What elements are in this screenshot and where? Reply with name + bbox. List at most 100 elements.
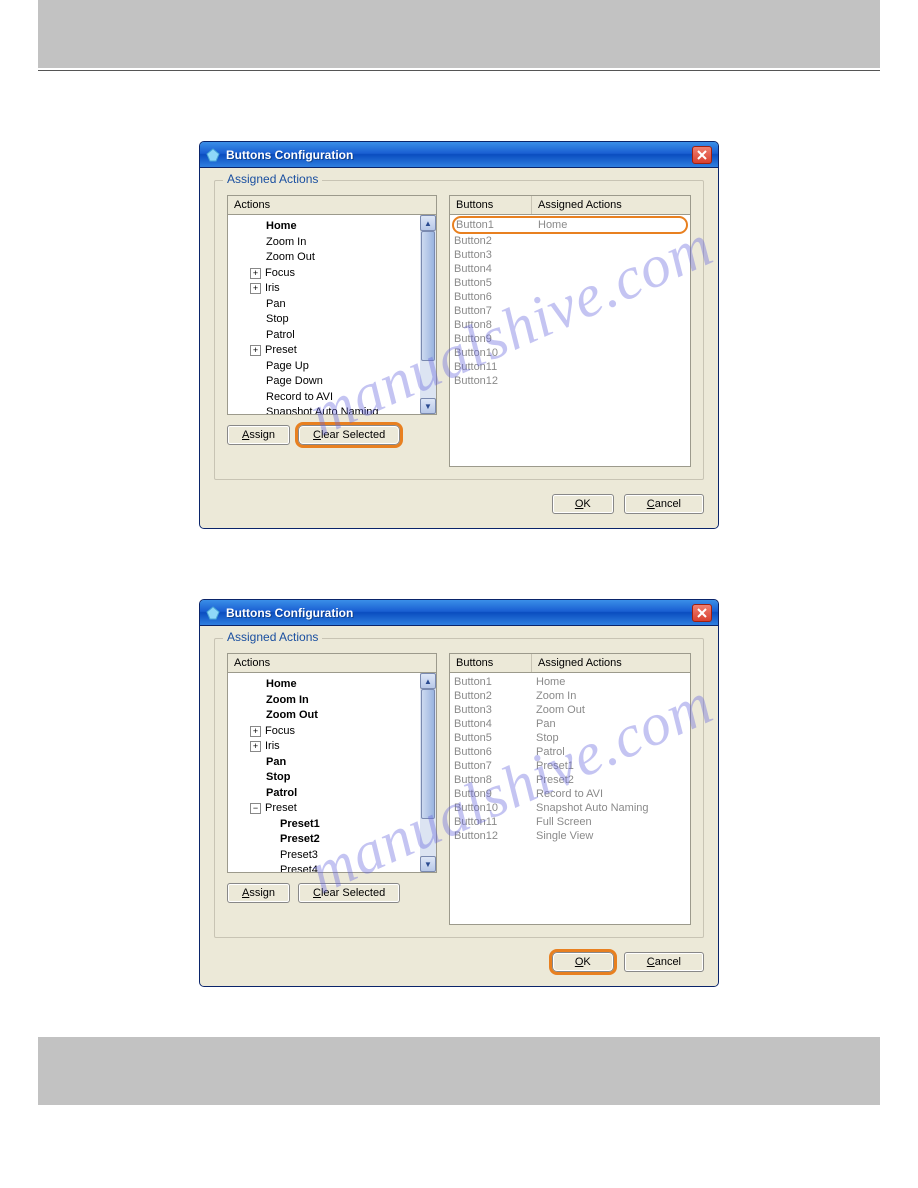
close-button[interactable] [692,604,712,622]
assignments-grid[interactable]: Button1HomeButton2Zoom InButton3Zoom Out… [449,673,691,925]
grid-header: Buttons Assigned Actions [449,653,691,673]
table-row[interactable]: Button3Zoom Out [450,703,690,717]
tree-item[interactable]: +Preset [230,343,418,359]
tree-item-label: Page Down [266,374,323,390]
tree-item[interactable]: Home [230,219,418,235]
tree-item[interactable]: Snapshot Auto Naming [230,405,418,414]
table-row[interactable]: Button7Preset1 [450,759,690,773]
tree-item[interactable]: +Focus [230,266,418,282]
tree-item[interactable]: Zoom In [230,235,418,251]
button-cell: Button2 [454,234,536,248]
tree-item[interactable]: Preset1 [230,817,418,833]
scroll-track[interactable] [420,231,436,398]
table-row[interactable]: Button8Preset2 [450,773,690,787]
tree-item[interactable]: Pan [230,297,418,313]
table-row[interactable]: Button4 [450,262,690,276]
tree-expander-icon[interactable]: + [250,268,261,279]
cancel-button[interactable]: Cancel [624,952,704,972]
assign-button[interactable]: Assign [227,425,290,445]
tree-item[interactable]: Preset2 [230,832,418,848]
table-row[interactable]: Button7 [450,304,690,318]
table-row[interactable]: Button5 [450,276,690,290]
table-row[interactable]: Button3 [450,248,690,262]
table-row[interactable]: Button5Stop [450,731,690,745]
assignments-grid[interactable]: Button1HomeButton2Button3Button4Button5B… [449,215,691,467]
tree-expander-icon[interactable]: − [250,803,261,814]
close-button[interactable] [692,146,712,164]
actions-tree[interactable]: HomeZoom InZoom Out+Focus+IrisPanStopPat… [227,215,437,415]
table-row[interactable]: Button4Pan [450,717,690,731]
tree-expander-icon[interactable]: + [250,741,261,752]
app-icon [206,148,220,162]
table-row[interactable]: Button6 [450,290,690,304]
actions-tree[interactable]: HomeZoom InZoom Out+Focus+IrisPanStopPat… [227,673,437,873]
table-row[interactable]: Button10Snapshot Auto Naming [450,801,690,815]
tree-item[interactable]: Preset4 [230,863,418,872]
tree-item[interactable]: Zoom In [230,693,418,709]
table-row[interactable]: Button6Patrol [450,745,690,759]
tree-item[interactable]: Zoom Out [230,708,418,724]
table-row[interactable]: Button11Full Screen [450,815,690,829]
tree-expander-icon[interactable]: + [250,726,261,737]
tree-item[interactable]: +Focus [230,724,418,740]
tree-item[interactable]: + Iris [230,281,418,297]
table-row[interactable]: Button1Home [452,216,688,234]
button-cell: Button11 [454,360,536,374]
action-cell: Zoom Out [536,703,686,717]
action-cell [536,318,686,332]
scroll-thumb[interactable] [421,689,435,819]
assign-button[interactable]: Assign [227,883,290,903]
scroll-up-icon[interactable]: ▲ [420,215,436,231]
action-cell: Patrol [536,745,686,759]
scroll-down-icon[interactable]: ▼ [420,856,436,872]
tree-item[interactable]: Stop [230,312,418,328]
scrollbar[interactable]: ▲ ▼ [420,215,436,414]
tree-item[interactable]: Home [230,677,418,693]
tree-item[interactable]: +Iris [230,739,418,755]
tree-item[interactable]: Patrol [230,786,418,802]
table-row[interactable]: Button8 [450,318,690,332]
tree-item[interactable]: −Preset [230,801,418,817]
action-cell: Preset1 [536,759,686,773]
tree-item[interactable]: Pan [230,755,418,771]
tree-item[interactable]: Patrol [230,328,418,344]
ok-button[interactable]: OK [552,494,614,514]
tree-item[interactable]: Zoom Out [230,250,418,266]
scroll-thumb[interactable] [421,231,435,361]
button-cell: Button9 [454,787,536,801]
tree-expander-icon[interactable]: + [250,345,261,356]
tree-item[interactable]: Record to AVI [230,390,418,406]
table-row[interactable]: Button1Home [450,675,690,689]
tree-item[interactable]: Preset3 [230,848,418,864]
button-cell: Button12 [454,829,536,843]
tree-item-label: Preset3 [280,848,318,864]
actions-header: Actions [227,195,437,215]
table-row[interactable]: Button11 [450,360,690,374]
table-row[interactable]: Button12Single View [450,829,690,843]
clear-selected-button[interactable]: Clear Selected [298,425,400,445]
ok-button[interactable]: OK [552,952,614,972]
action-cell [536,374,686,388]
tree-expander-icon[interactable]: + [250,283,261,294]
action-cell [536,332,686,346]
table-row[interactable]: Button9Record to AVI [450,787,690,801]
action-cell [536,276,686,290]
tree-item[interactable]: Page Down [230,374,418,390]
scrollbar[interactable]: ▲ ▼ [420,673,436,872]
button-cell: Button7 [454,759,536,773]
tree-item[interactable]: Stop [230,770,418,786]
table-row[interactable]: Button10 [450,346,690,360]
tree-item-label: Iris [265,281,280,297]
scroll-up-icon[interactable]: ▲ [420,673,436,689]
scroll-down-icon[interactable]: ▼ [420,398,436,414]
button-cell: Button2 [454,689,536,703]
table-row[interactable]: Button12 [450,374,690,388]
tree-item-label: Preset2 [280,832,320,848]
table-row[interactable]: Button9 [450,332,690,346]
scroll-track[interactable] [420,689,436,856]
table-row[interactable]: Button2 [450,234,690,248]
clear-selected-button[interactable]: Clear Selected [298,883,400,903]
cancel-button[interactable]: Cancel [624,494,704,514]
table-row[interactable]: Button2Zoom In [450,689,690,703]
tree-item[interactable]: Page Up [230,359,418,375]
